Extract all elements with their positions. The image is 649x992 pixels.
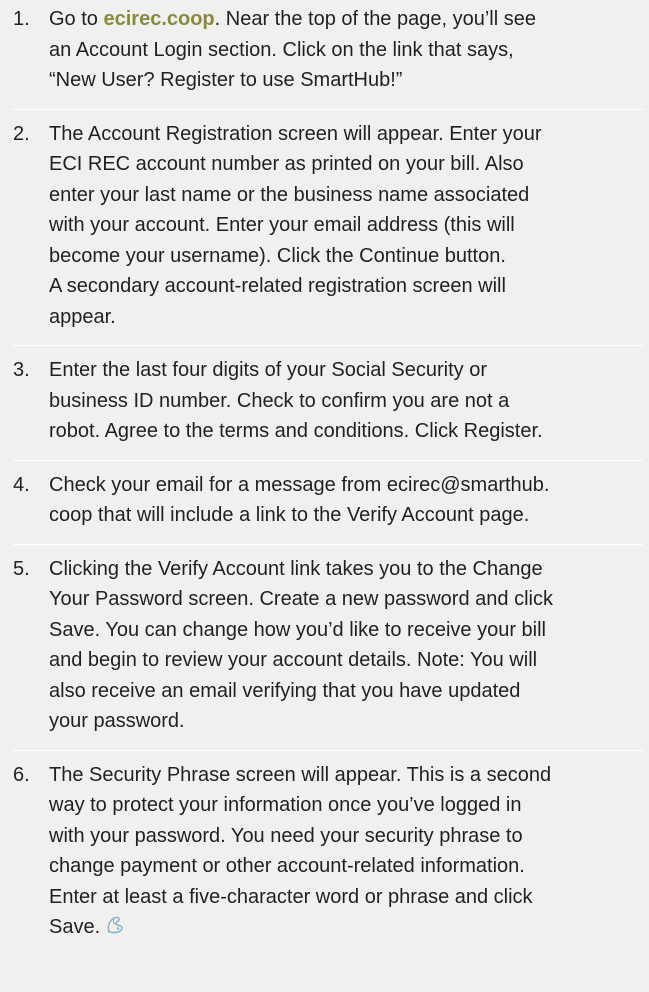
step-text: The Security Phrase screen will appear. … xyxy=(49,760,643,943)
step-line: Enter the last four digits of your Socia… xyxy=(49,359,487,381)
step-line: Check your email for a message from ecir… xyxy=(49,473,550,496)
step-6: 6. The Security Phrase screen will appea… xyxy=(13,760,643,956)
step-text: Go to ecirec.coop. Near the top of the p… xyxy=(49,4,643,96)
step-line: A secondary account-related registration… xyxy=(49,275,506,297)
step-line: way to protect your information once you… xyxy=(49,794,522,816)
step-line: Save. You can change how you’d like to r… xyxy=(49,618,546,641)
step-line: “New User? Register to use SmartHub!” xyxy=(49,69,403,91)
step-line: coop that will include a link to the Ver… xyxy=(49,504,530,526)
step-last-line: Save. xyxy=(49,916,101,938)
instructions-page: 1. Go to ecirec.coop. Near the top of th… xyxy=(0,0,649,992)
step-number: 4. xyxy=(13,473,30,496)
step-line: Enter at least a five-character word or … xyxy=(49,885,533,908)
step-line: enter your last name or the business nam… xyxy=(49,183,530,206)
step-line: an Account Login section. Click on the l… xyxy=(49,38,514,61)
step-line: change payment or other account-related … xyxy=(49,855,525,877)
step-line: Your Password screen. Create a new passw… xyxy=(49,588,553,610)
step-line: business ID number. Check to confirm you… xyxy=(49,389,510,412)
step-line-rest: . Near the top of the page, you’ll see xyxy=(214,8,536,30)
step-number: 6. xyxy=(13,763,30,786)
step-line: and begin to review your account details… xyxy=(49,649,538,671)
step-1: 1. Go to ecirec.coop. Near the top of th… xyxy=(13,4,643,110)
step-number: 3. xyxy=(13,359,30,381)
step-intro: Go to xyxy=(49,8,104,30)
step-text: Clicking the Verify Account link takes y… xyxy=(49,554,643,737)
step-line: with your account. Enter your email addr… xyxy=(49,214,515,236)
step-line: become your username). Click the Continu… xyxy=(49,244,506,267)
step-line: Go to ecirec.coop. Near the top of the p… xyxy=(49,4,639,35)
step-line: Clicking the Verify Account link takes y… xyxy=(49,557,543,580)
step-2: 2. The Account Registration screen will … xyxy=(13,119,643,346)
registration-steps-list: 1. Go to ecirec.coop. Near the top of th… xyxy=(13,4,643,965)
step-line: your password. xyxy=(49,710,185,732)
step-text: Enter the last four digits of your Socia… xyxy=(49,355,643,447)
step-line: robot. Agree to the terms and conditions… xyxy=(49,420,543,442)
step-4: 4. Check your email for a message from e… xyxy=(13,470,643,545)
step-line: also receive an email verifying that you… xyxy=(49,679,521,702)
step-5: 5. Clicking the Verify Account link take… xyxy=(13,554,643,751)
step-3: 3. Enter the last four digits of your So… xyxy=(13,355,643,461)
step-line: with your password. You need your securi… xyxy=(49,824,523,847)
step-line: ECI REC account number as printed on you… xyxy=(49,153,524,175)
step-number: 1. xyxy=(13,8,30,30)
step-text: Check your email for a message from ecir… xyxy=(49,470,643,531)
step-number: 2. xyxy=(13,122,30,145)
step-line: The Security Phrase screen will appear. … xyxy=(49,763,552,786)
step-line: The Account Registration screen will app… xyxy=(49,122,542,145)
ecirec-website-link[interactable]: ecirec.coop xyxy=(103,8,214,30)
step-line: appear. xyxy=(49,305,116,328)
step-number: 5. xyxy=(13,557,30,580)
step-text: The Account Registration screen will app… xyxy=(49,119,643,333)
step-line: Save. xyxy=(49,912,639,943)
end-of-article-icon xyxy=(104,914,126,936)
